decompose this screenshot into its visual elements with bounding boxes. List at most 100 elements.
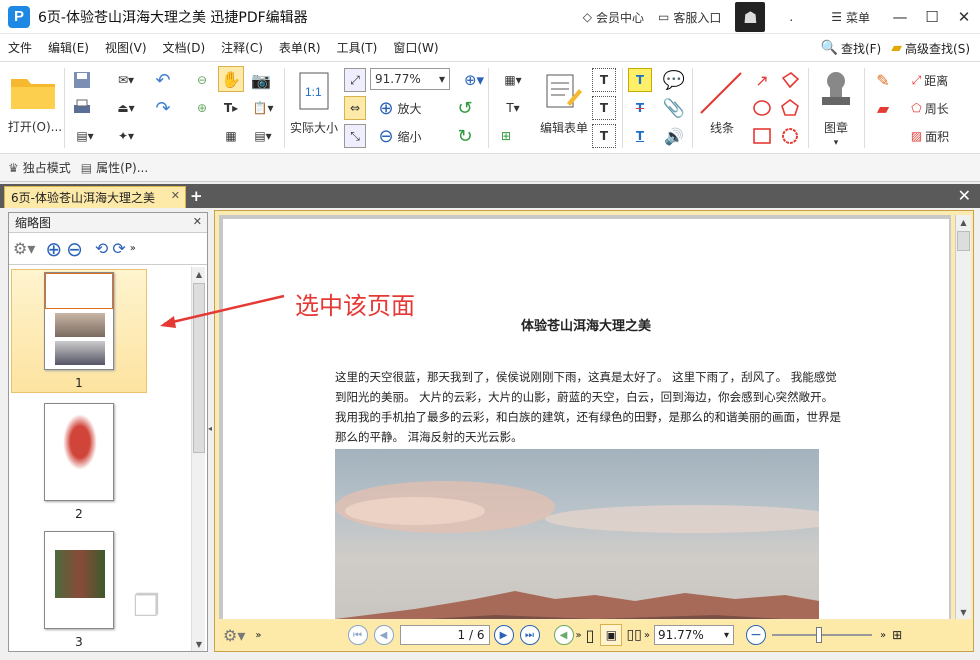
pdf-page[interactable]: 体验苍山洱海大理之美 这里的天空很蓝，那天我到了，侯侯说刚刚下雨，这真是太好了。…	[223, 219, 949, 619]
snapshot-icon[interactable]: 📷	[248, 68, 274, 92]
print-icon[interactable]	[70, 96, 94, 120]
advanced-find-button[interactable]: ▰ 高级查找(S)	[891, 40, 970, 57]
email-icon[interactable]: ✉▾	[108, 68, 144, 92]
page-number-input[interactable]: 1 / 6	[399, 625, 490, 645]
actual-size-icon[interactable]: 1:1	[294, 70, 334, 112]
scroll-down-icon[interactable]: ▼	[192, 637, 206, 651]
avatar[interactable]: ☗	[735, 2, 766, 32]
form-field-icon[interactable]: ▦▾	[494, 68, 532, 92]
menu-form[interactable]: 表单(R)	[271, 39, 329, 56]
scan-icon[interactable]: ⏏▾	[108, 96, 144, 120]
perimeter-button[interactable]: ⬠ 周长	[900, 96, 960, 120]
thumbnail-page-3[interactable]: 3	[11, 531, 147, 649]
export-icon[interactable]: ▤▾	[70, 124, 100, 148]
menu-tools[interactable]: 工具(T)	[329, 39, 386, 56]
menu-file[interactable]: 文件	[0, 39, 40, 56]
cloud-tool-icon[interactable]	[778, 124, 802, 148]
last-page-icon[interactable]: ⏭	[519, 625, 540, 645]
strikeout-icon[interactable]: T	[628, 96, 652, 120]
panel-close-icon[interactable]: ✕	[193, 215, 202, 228]
form-add-icon[interactable]: ⊞	[494, 124, 518, 148]
text-field-icon[interactable]: T	[592, 96, 616, 120]
distance-button[interactable]: ⤢ 距离	[900, 68, 960, 92]
stamp-button[interactable]: 图章	[814, 118, 858, 136]
undo-icon[interactable]: ↶	[148, 68, 178, 92]
stamp-chevron-icon[interactable]: ▾	[826, 136, 846, 150]
tab-close-icon[interactable]: ✕	[171, 189, 180, 202]
line-tool-icon[interactable]	[696, 68, 746, 118]
select-object-icon[interactable]: ▦	[218, 124, 244, 148]
history-back-icon[interactable]: ◀	[553, 625, 574, 645]
menu-view[interactable]: 视图(V)	[97, 39, 155, 56]
zoom-slider[interactable]	[771, 625, 872, 645]
member-center-link[interactable]: ◇ 会员中心	[583, 9, 644, 26]
scroll-up-icon[interactable]: ▲	[192, 267, 206, 281]
document-scrollbar[interactable]: ▲ ▼	[955, 215, 971, 619]
note-icon[interactable]: 💬	[660, 68, 688, 92]
rotate-right-thumb-icon[interactable]: ⟳	[112, 239, 125, 258]
properties-button[interactable]: ▤ 属性(P)...	[81, 159, 148, 176]
zoom-select[interactable]: 91.77% ▾	[370, 68, 450, 90]
close-button[interactable]: ✕	[948, 0, 980, 34]
prev-page-icon[interactable]: ◀	[373, 625, 394, 645]
zoom-out-button[interactable]: ⊖ 缩小	[370, 124, 430, 148]
continuous-page-icon[interactable]: ▣	[600, 624, 623, 646]
rotate-right-icon[interactable]: ↻	[452, 124, 478, 148]
underline-icon[interactable]: T	[628, 124, 652, 148]
eraser-icon[interactable]: ▰	[870, 96, 896, 120]
pencil-icon[interactable]: ✎	[870, 68, 896, 92]
stamp-icon[interactable]	[814, 68, 858, 114]
rotate-left-thumb-icon[interactable]: ⟲	[95, 239, 108, 258]
doc-scroll-down-icon[interactable]: ▼	[956, 605, 971, 619]
fit-width-icon[interactable]: ⇔	[344, 96, 366, 120]
save-icon[interactable]	[70, 68, 94, 92]
attachment-icon[interactable]: 📎	[660, 96, 688, 120]
clipboard-icon[interactable]: 📋▾	[248, 96, 278, 120]
sound-icon[interactable]: 🔊	[660, 124, 688, 148]
zoom-in-thumb-icon[interactable]: ⊕	[45, 237, 62, 261]
menu-window[interactable]: 窗口(W)	[385, 39, 446, 56]
zoom-slider-handle[interactable]	[815, 627, 822, 643]
open-folder-icon[interactable]	[6, 70, 60, 112]
more-icon[interactable]: »	[130, 243, 136, 254]
page-tools-icon[interactable]: ▤▾	[248, 124, 278, 148]
status-zoom-select[interactable]: 91.77% ▾	[653, 625, 734, 645]
new-tab-icon[interactable]: +	[190, 187, 203, 205]
maximize-button[interactable]: ☐	[916, 0, 948, 34]
single-page-icon[interactable]: ▯	[586, 626, 595, 645]
layout-chevron-icon[interactable]: »	[644, 630, 650, 641]
status-zoom-out-icon[interactable]: −	[745, 625, 766, 645]
polygon-line-icon[interactable]	[778, 68, 802, 92]
doc-scroll-up-icon[interactable]: ▲	[956, 215, 971, 229]
highlight-text-icon[interactable]: T	[628, 68, 652, 92]
menu-document[interactable]: 文档(D)	[155, 39, 214, 56]
arrow-tool-icon[interactable]: ↗	[750, 68, 774, 92]
rectangle-tool-icon[interactable]	[750, 124, 774, 148]
actual-size-button[interactable]: 实际大小	[286, 118, 342, 136]
text-box-icon[interactable]: T	[592, 68, 616, 92]
new-icon[interactable]: ✦▾	[108, 124, 144, 148]
pentagon-tool-icon[interactable]	[778, 96, 802, 120]
forward-icon[interactable]: ⊕	[190, 96, 214, 120]
zoom-in-small-icon[interactable]: ⊞	[892, 628, 902, 642]
minimize-button[interactable]: —	[884, 0, 916, 34]
tab-document[interactable]: 6页-体验苍山洱海大理之美 ✕	[4, 186, 186, 208]
settings-gear-icon[interactable]: ⚙▾	[223, 626, 245, 645]
first-page-icon[interactable]: ⏮	[347, 625, 368, 645]
next-page-icon[interactable]: ▶	[493, 625, 514, 645]
customer-service-link[interactable]: ▭ 客服入口	[658, 9, 721, 26]
zoom-out-thumb-icon[interactable]: ⊖	[66, 237, 83, 261]
select-text-icon[interactable]: T▸	[218, 96, 244, 120]
thumbnail-page-2[interactable]: 2	[11, 403, 147, 521]
hand-tool-icon[interactable]: ✋	[218, 66, 244, 92]
menu-comment[interactable]: 注释(C)	[213, 39, 271, 56]
menu-edit[interactable]: 编辑(E)	[40, 39, 97, 56]
fit-visible-icon[interactable]: ⤡	[344, 124, 366, 148]
ellipse-tool-icon[interactable]	[750, 96, 774, 120]
open-button[interactable]: 打开(O)...	[4, 116, 66, 136]
find-button[interactable]: 🔍 查找(F)	[821, 40, 882, 57]
main-menu-button[interactable]: ☰ 菜单	[831, 9, 870, 26]
edit-form-icon[interactable]	[540, 68, 586, 114]
exclusive-mode-button[interactable]: ♛ 独占模式	[8, 159, 71, 176]
zoom-in-button[interactable]: ⊕ 放大	[370, 96, 430, 120]
